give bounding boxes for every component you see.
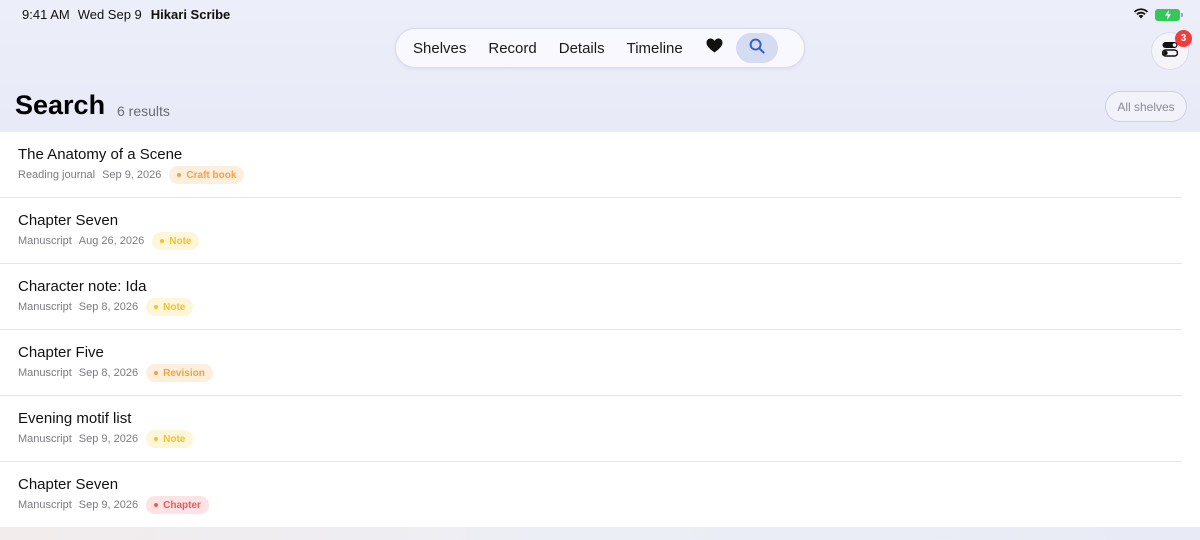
result-date: Sep 9, 2026	[102, 169, 162, 181]
result-tag: Craft book	[169, 166, 245, 184]
result-title: Evening motif list	[18, 410, 132, 427]
status-indicators	[1133, 7, 1183, 22]
result-row[interactable]: Chapter Seven Manuscript Sep 9, 2026 Cha…	[0, 462, 1182, 528]
result-shelf: Manuscript	[18, 433, 72, 445]
result-shelf: Manuscript	[18, 499, 72, 511]
results-list: The Anatomy of a Scene Reading journal S…	[0, 132, 1200, 527]
result-meta: Reading journal Sep 9, 2026 Craft book	[18, 166, 245, 184]
result-date: Sep 9, 2026	[78, 499, 139, 511]
heart-icon	[706, 38, 723, 58]
tab-record[interactable]: Record	[477, 32, 547, 64]
result-date: Sep 8, 2026	[78, 301, 139, 313]
settings-toggle-button[interactable]: 3	[1151, 30, 1192, 70]
result-row[interactable]: The Anatomy of a Scene Reading journal S…	[0, 132, 1182, 198]
result-shelf: Reading journal	[18, 169, 96, 181]
result-meta: Manuscript Sep 9, 2026 Chapter	[18, 496, 209, 514]
result-tag-label: Note	[163, 433, 186, 445]
result-tag-label: Craft book	[186, 169, 237, 181]
tag-dot-icon	[177, 173, 182, 177]
tag-dot-icon	[154, 437, 159, 441]
tag-dot-icon	[154, 371, 159, 375]
result-count: 6 results	[117, 103, 170, 119]
result-tag-label: Note	[169, 235, 192, 247]
tab-details[interactable]: Details	[548, 32, 616, 64]
search-icon	[749, 38, 765, 59]
result-row[interactable]: Evening motif list Manuscript Sep 9, 202…	[0, 396, 1182, 462]
result-meta: Manuscript Aug 26, 2026 Note	[18, 232, 200, 250]
tab-shelves[interactable]: Shelves	[402, 32, 477, 64]
tag-dot-icon	[154, 503, 159, 507]
result-tag: Note	[146, 430, 194, 448]
notification-badge: 3	[1175, 30, 1192, 47]
favorites-button[interactable]	[698, 32, 732, 64]
result-row[interactable]: Chapter Seven Manuscript Aug 26, 2026 No…	[0, 198, 1182, 264]
result-tag: Note	[152, 232, 200, 250]
page-title: Search	[15, 90, 106, 120]
result-meta: Manuscript Sep 8, 2026 Note	[18, 298, 194, 316]
result-tag-label: Note	[163, 301, 186, 313]
result-date: Sep 9, 2026	[78, 433, 139, 445]
shelf-filter-button[interactable]: All shelves	[1105, 91, 1187, 122]
result-tag-label: Revision	[163, 367, 205, 379]
result-meta: Manuscript Sep 8, 2026 Revision	[18, 364, 213, 382]
tab-timeline[interactable]: Timeline	[616, 32, 694, 64]
status-time: 9:41 AM	[22, 6, 70, 22]
result-tag: Note	[146, 298, 194, 316]
top-navigation: Shelves Record Details Timeline	[395, 28, 805, 68]
result-shelf: Manuscript	[18, 367, 72, 379]
tag-dot-icon	[160, 239, 165, 243]
status-bar: 9:41 AM Wed Sep 9 Hikari Scribe	[0, 0, 1200, 28]
result-title: Character note: Ida	[18, 278, 147, 295]
result-tag: Chapter	[146, 496, 209, 514]
tag-dot-icon	[154, 305, 159, 309]
result-title: The Anatomy of a Scene	[18, 146, 183, 163]
result-row[interactable]: Character note: Ida Manuscript Sep 8, 20…	[0, 264, 1182, 330]
result-tag-label: Chapter	[163, 499, 201, 511]
wifi-icon	[1133, 7, 1149, 22]
result-date: Sep 8, 2026	[78, 367, 139, 379]
result-row[interactable]: Chapter Five Manuscript Sep 8, 2026 Revi…	[0, 330, 1182, 396]
bottom-edge	[0, 527, 1200, 540]
result-date: Aug 26, 2026	[78, 235, 145, 247]
result-tag: Revision	[146, 364, 213, 382]
toggles-icon	[1161, 41, 1179, 62]
search-tab-button[interactable]	[735, 33, 778, 63]
status-app-name: Hikari Scribe	[150, 6, 231, 22]
result-shelf: Manuscript	[18, 301, 72, 313]
battery-charging-icon	[1155, 8, 1183, 21]
status-date: Wed Sep 9	[77, 6, 142, 22]
result-title: Chapter Five	[18, 344, 104, 361]
result-title: Chapter Seven	[18, 212, 119, 229]
result-title: Chapter Seven	[18, 476, 119, 493]
result-meta: Manuscript Sep 9, 2026 Note	[18, 430, 194, 448]
result-shelf: Manuscript	[18, 235, 72, 247]
